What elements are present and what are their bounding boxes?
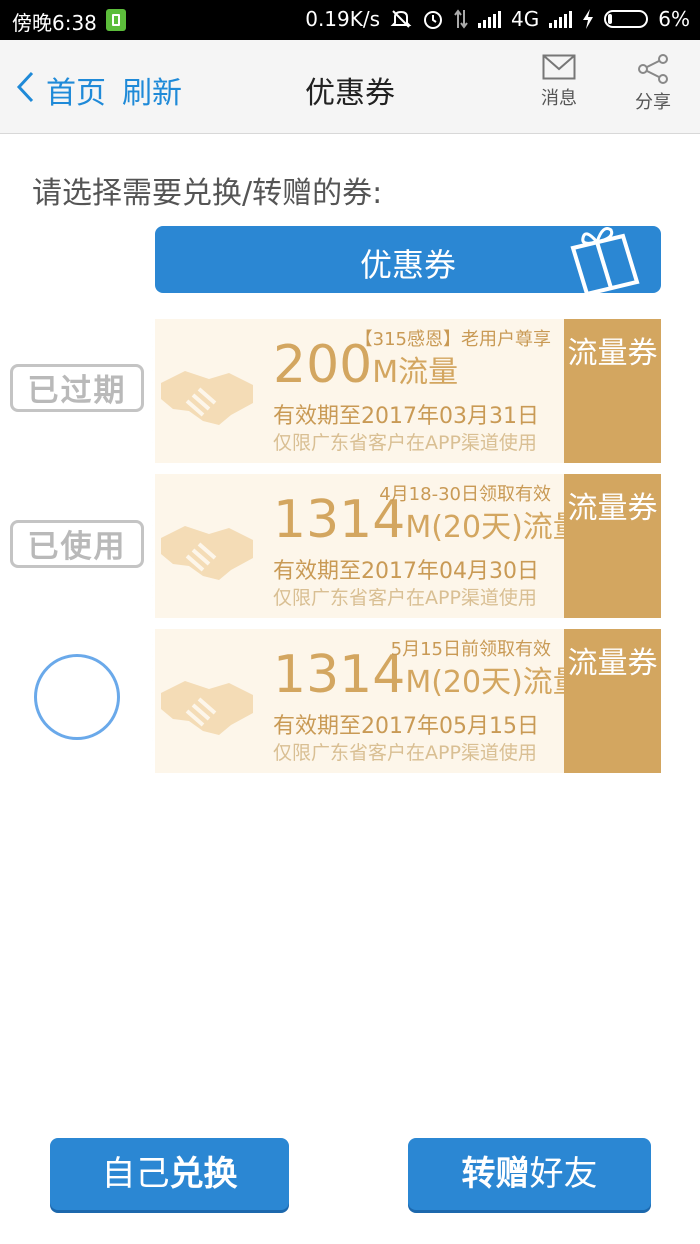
alarm-icon xyxy=(424,11,443,29)
amount-unit: M(20天)流量 xyxy=(405,665,583,700)
coupon-promo: 4月18-30日领取有效 xyxy=(379,484,551,505)
handshake-icon xyxy=(161,681,253,735)
stub-edge xyxy=(655,629,667,773)
share-button[interactable]: 分享 xyxy=(618,54,688,114)
redeem-label-light: 自己 xyxy=(101,1154,170,1194)
coupon-restriction: 仅限广东省客户在APP渠道使用 xyxy=(273,587,537,609)
status-badge-expired: 已过期 xyxy=(10,364,144,412)
share-icon xyxy=(638,54,668,84)
handshake-icon xyxy=(161,526,253,580)
coupon-stub: 流量券 xyxy=(564,629,667,773)
handshake-icon xyxy=(161,371,253,425)
charging-icon xyxy=(583,9,594,29)
gift-label-bold: 转赠 xyxy=(461,1154,530,1194)
redeem-self-button[interactable]: 自己兑换 xyxy=(50,1138,289,1210)
battery-icon xyxy=(604,10,649,28)
coupon-card: 200M流量 【315感恩】老用户尊享 有效期至2017年03月31日 仅限广东… xyxy=(149,319,667,463)
app-notification-icon xyxy=(106,9,126,31)
coupon-type: 流量券 xyxy=(567,491,658,526)
redeem-label-bold: 兑换 xyxy=(169,1154,238,1194)
gift-icon xyxy=(570,227,640,294)
status-bar: 傍晚6:38 0.19K/s 4G 6% xyxy=(0,0,700,40)
coupon-validity: 有效期至2017年05月15日 xyxy=(273,714,539,739)
status-badge-used: 已使用 xyxy=(10,520,144,568)
battery-level: 6% xyxy=(658,7,690,31)
coupon-card[interactable]: 1314M(20天)流量 5月15日前领取有效 有效期至2017年05月15日 … xyxy=(149,629,667,773)
coupon-stub: 流量券 xyxy=(564,319,667,463)
gift-label-light: 好友 xyxy=(529,1154,598,1194)
coupon-validity: 有效期至2017年03月31日 xyxy=(273,404,539,429)
stub-edge xyxy=(655,319,667,463)
coupon-promo: 5月15日前领取有效 xyxy=(390,639,551,660)
page-title: 优惠券 xyxy=(305,76,395,111)
amount-number: 1314 xyxy=(273,645,406,705)
coupon-type: 流量券 xyxy=(567,646,658,681)
select-prompt: 请选择需要兑换/转赠的券: xyxy=(32,176,383,211)
mail-icon xyxy=(542,54,576,80)
amount-unit: M流量 xyxy=(372,355,459,390)
coupon-select-radio[interactable] xyxy=(34,654,120,740)
message-button[interactable]: 消息 xyxy=(524,54,594,110)
network-type: 4G xyxy=(511,7,540,31)
coupon-restriction: 仅限广东省客户在APP渠道使用 xyxy=(273,742,537,764)
status-time: 傍晚6:38 xyxy=(12,11,97,35)
coupon-stub: 流量券 xyxy=(564,474,667,618)
amount-unit: M(20天)流量 xyxy=(405,510,583,545)
coupon-restriction: 仅限广东省客户在APP渠道使用 xyxy=(273,432,537,454)
coupon-type: 流量券 xyxy=(567,336,658,371)
gift-friend-button[interactable]: 转赠好友 xyxy=(408,1138,651,1210)
message-label: 消息 xyxy=(541,88,577,109)
data-transfer-icon xyxy=(454,9,468,29)
coupon-promo: 【315感恩】老用户尊享 xyxy=(354,329,551,350)
status-right: 0.19K/s 4G 6% xyxy=(305,7,690,31)
coupon-banner: 优惠券 xyxy=(155,226,661,294)
coupon-card: 1314M(20天)流量 4月18-30日领取有效 有效期至2017年04月30… xyxy=(149,474,667,618)
top-nav: 首页 刷新 优惠券 消息 分享 xyxy=(0,40,700,134)
share-label: 分享 xyxy=(635,92,671,113)
stub-edge xyxy=(655,474,667,618)
signal-icon xyxy=(478,10,502,28)
coupon-validity: 有效期至2017年04月30日 xyxy=(273,559,539,584)
network-speed: 0.19K/s xyxy=(305,7,381,31)
mute-icon xyxy=(390,10,412,28)
signal-icon-2 xyxy=(549,10,573,28)
